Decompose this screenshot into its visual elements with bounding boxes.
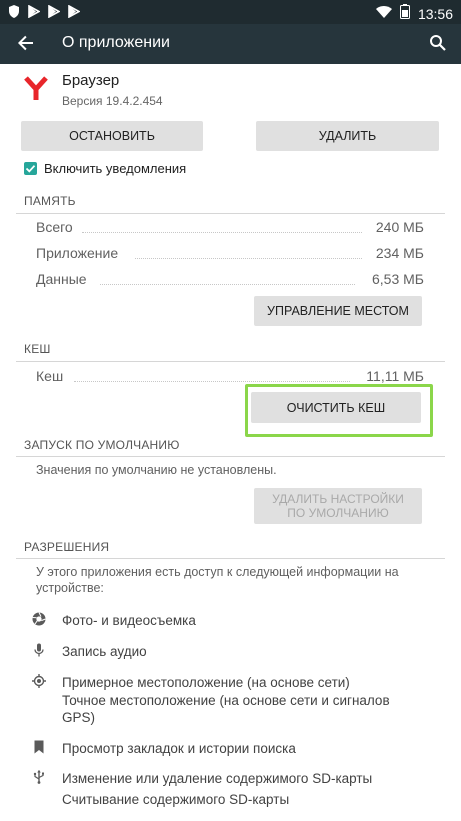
permission-fine-location-text-cont: GPS) — [62, 710, 96, 725]
permission-sd-modify-text: Изменение или удаление содержимого SD-ка… — [62, 771, 373, 786]
permissions-intro-line-2: устройстве: — [36, 581, 104, 595]
permission-coarse-location-text: Примерное местоположение (на основе сети… — [62, 675, 350, 690]
permissions-intro-line-1: У этого приложения есть доступ к следующ… — [36, 565, 399, 579]
defaults-section-title: ЗАПУСК ПО УМОЛЧАНИЮ — [24, 438, 180, 452]
memory-divider — [16, 213, 445, 214]
clear-defaults-line-1: УДАЛИТЬ НАСТРОЙКИ — [272, 492, 404, 506]
cache-value: 11,11 МБ — [366, 368, 424, 384]
memory-app-leader — [135, 258, 362, 259]
app-version: Версия 19.4.2.454 — [62, 94, 163, 108]
permission-bookmarks-text: Просмотр закладок и истории поиска — [62, 741, 296, 756]
cache-divider — [16, 361, 445, 362]
shield-icon — [8, 5, 20, 18]
cache-label: Кеш — [36, 368, 64, 384]
clear-defaults-button: УДАЛИТЬ НАСТРОЙКИ ПО УМОЛЧАНИЮ — [254, 488, 422, 524]
memory-data-leader — [100, 284, 355, 285]
clear-cache-button[interactable]: ОЧИСТИТЬ КЕШ — [251, 392, 421, 423]
memory-section-title: ПАМЯТЬ — [24, 194, 76, 208]
play-icon — [48, 4, 61, 19]
location-icon — [32, 674, 46, 688]
usb-icon — [32, 770, 46, 784]
bookmark-icon — [32, 740, 46, 754]
permissions-divider — [16, 558, 445, 559]
defaults-text: Значения по умолчанию не установлены. — [36, 463, 277, 477]
permissions-section-title: РАЗРЕШЕНИЯ — [24, 540, 110, 554]
memory-total-value: 240 МБ — [375, 219, 424, 235]
manage-storage-button[interactable]: УПРАВЛЕНИЕ МЕСТОМ — [254, 296, 422, 326]
camera-icon — [32, 612, 46, 626]
app-bar: О приложении — [0, 24, 461, 64]
defaults-divider — [16, 456, 445, 457]
page-title: О приложении — [62, 34, 170, 51]
memory-app-label: Приложение — [36, 245, 119, 261]
status-bar: 13:56 — [0, 0, 461, 24]
arrow-back-icon[interactable] — [16, 33, 36, 53]
battery-icon — [399, 4, 410, 24]
notifications-checkbox[interactable] — [24, 162, 37, 175]
permission-sd-read-text: Считывание содержимого SD-карты — [62, 792, 290, 807]
clear-defaults-line-2: ПО УМОЛЧАНИЮ — [287, 506, 389, 520]
memory-total-label: Всего — [36, 219, 73, 235]
permission-camera-text: Фото- и видеосъемка — [62, 613, 196, 628]
uninstall-button[interactable]: УДАЛИТЬ — [256, 121, 439, 151]
status-notification-icons — [8, 4, 81, 19]
microphone-icon — [32, 643, 46, 657]
memory-data-value: 6,53 МБ — [372, 271, 424, 287]
play-icon — [68, 4, 81, 19]
memory-total-leader — [82, 232, 362, 233]
cache-section-title: КЕШ — [24, 342, 51, 356]
cache-leader — [74, 381, 350, 382]
yandex-browser-icon — [20, 72, 52, 104]
permission-audio-text: Запись аудио — [62, 644, 147, 659]
stop-button[interactable]: ОСТАНОВИТЬ — [21, 121, 203, 151]
app-name: Браузер — [62, 72, 120, 89]
search-icon[interactable] — [429, 34, 447, 52]
play-icon — [28, 4, 41, 19]
memory-data-label: Данные — [36, 271, 87, 287]
notifications-label[interactable]: Включить уведомления — [44, 161, 186, 176]
permission-fine-location-text: Точное местоположение (на основе сети и … — [62, 693, 390, 708]
wifi-icon — [375, 5, 392, 23]
memory-app-value: 234 МБ — [375, 245, 424, 261]
status-time: 13:56 — [417, 6, 453, 22]
